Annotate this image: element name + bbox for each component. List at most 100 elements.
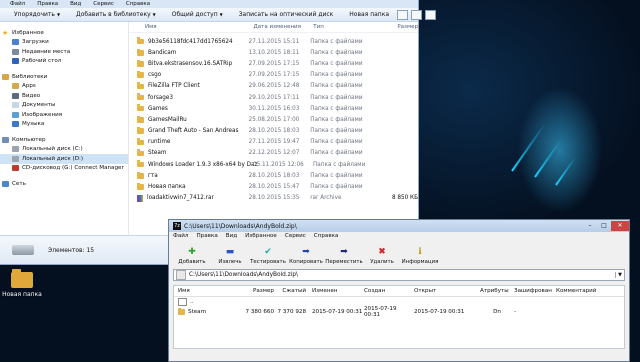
zip-col-comment[interactable]: Комментарий	[556, 288, 624, 294]
column-size[interactable]: Размер	[382, 24, 418, 30]
menu-help[interactable]: Справка	[126, 0, 150, 8]
file-row[interactable]: csgo 27.09.2015 17:15 Папка с файлами	[129, 70, 418, 81]
nav-item-pictures[interactable]: Изображения	[0, 110, 128, 120]
zip-menu-favorites[interactable]: Избранное	[245, 232, 277, 241]
add-to-library-button[interactable]: Добавить в библиотеку ▼	[68, 11, 164, 18]
file-date: 29.06.2015 12:48	[248, 83, 300, 90]
zip-tool-info-button[interactable]: ℹ Информация	[402, 247, 439, 265]
chevron-down-icon[interactable]: ▼	[615, 272, 624, 278]
maximize-icon[interactable]: □	[597, 221, 611, 231]
zip-col-name[interactable]: Имя	[174, 288, 244, 294]
zip-col-packed[interactable]: Сжатый	[274, 288, 306, 294]
menu-view[interactable]: Вид	[70, 0, 81, 8]
file-row[interactable]: loadaktivwin7_7412.rar 28.10.2015 15:35 ra…	[129, 193, 418, 204]
nav-item-apps[interactable]: Apps	[0, 82, 128, 92]
file-row[interactable]: Steam 22.12.2015 12:07 Папка с файлами	[129, 148, 418, 159]
copy-icon: ➡	[302, 247, 310, 257]
zip-col-size[interactable]: Размер	[244, 288, 274, 294]
nav-item-desktop[interactable]: Рабочий стол	[0, 57, 128, 67]
7zip-title-bar[interactable]: 7z C:\Users\11\Downloads\AndyBold.zip\ –…	[169, 220, 629, 232]
desktop-folder-new-folder[interactable]: Новая папка	[0, 269, 44, 298]
zip-tool-move-button[interactable]: ➡ Переместить	[325, 247, 362, 265]
burn-disc-button[interactable]: Записать на оптический диск	[231, 11, 342, 18]
nav-item-cd-drive-g[interactable]: CD-дисковод (G:) Connect Manager	[0, 164, 128, 174]
file-row[interactable]: Bitva.ekstrasensov.16.SATRip 27.09.2015 1…	[129, 58, 418, 69]
zip-row-accessed: 2015-07-19 00:31	[414, 309, 465, 315]
file-date: 27.11.2015 19:47	[248, 139, 300, 146]
zip-col-accessed[interactable]: Открыт	[414, 288, 476, 294]
zip-tool-test-button[interactable]: ✔ Тестировать	[250, 247, 286, 265]
menu-edit[interactable]: Правка	[37, 0, 58, 8]
folder-icon	[137, 115, 144, 123]
preview-pane-icon[interactable]	[411, 9, 423, 20]
file-row[interactable]: Grand Theft Auto - San Andreas 28.10.2015…	[129, 126, 418, 137]
column-name[interactable]: Имя	[129, 24, 253, 30]
file-name: 9b3e56118fdc417dd1765624	[129, 37, 249, 45]
zip-menu-file[interactable]: Файл	[173, 232, 188, 241]
file-row[interactable]: Windows Loader 1.9.3 x86-x64 by Daz 05.11…	[129, 159, 418, 170]
file-date: 30.11.2015 16:03	[248, 105, 300, 112]
file-row[interactable]: Bandicam 13.10.2015 18:11 Папка с файлами	[129, 47, 418, 58]
nav-libraries[interactable]: Библиотеки	[0, 72, 128, 82]
folder-icon	[137, 59, 144, 67]
help-icon[interactable]	[425, 9, 437, 20]
nav-item-recent-places[interactable]: Недавние места	[0, 47, 128, 57]
file-list-header: Имя Дата изменения Тип Размер	[129, 22, 418, 33]
close-icon[interactable]: ✕	[611, 221, 629, 231]
folder-icon	[178, 307, 185, 315]
drive-icon	[12, 245, 34, 255]
zip-table-row[interactable]: Steam 7 380 660 7 370 928 2015-07-19 00:31 2…	[174, 306, 624, 318]
nav-favorites[interactable]: ★ Избранное	[0, 28, 128, 38]
minimize-icon[interactable]: –	[583, 221, 597, 231]
share-button[interactable]: Общий доступ ▼	[164, 11, 231, 18]
tool-label: Копировать	[289, 259, 323, 265]
pictures-library-icon	[12, 111, 19, 118]
zip-col-encrypted[interactable]: Зашифрован	[514, 288, 556, 294]
column-date-modified[interactable]: Дата изменения	[253, 24, 313, 30]
menu-tools[interactable]: Сервис	[93, 0, 114, 8]
nav-computer[interactable]: Компьютер	[0, 135, 128, 145]
file-row[interactable]: forsage3 29.10.2015 17:11 Папка с файлами	[129, 92, 418, 103]
file-row[interactable]: GamesMailRu 25.08.2015 17:00 Папка с файла…	[129, 114, 418, 125]
zip-tool-add-button[interactable]: ✚ Добавить	[175, 247, 209, 265]
zip-col-attributes[interactable]: Атрибуты	[476, 288, 514, 294]
nav-network[interactable]: Сеть	[0, 179, 128, 189]
zip-menu-edit[interactable]: Правка	[196, 232, 217, 241]
file-row[interactable]: runtime 27.11.2015 19:47 Папка с файлами	[129, 137, 418, 148]
zip-tool-copy-button[interactable]: ➡ Копировать	[289, 247, 323, 265]
nav-item-downloads[interactable]: Загрузки	[0, 38, 128, 48]
view-options-icon[interactable]	[397, 9, 409, 20]
chevron-down-icon: ▼	[219, 12, 223, 17]
zip-menu-view[interactable]: Вид	[226, 232, 237, 241]
recent-places-icon	[12, 48, 19, 55]
zip-col-created[interactable]: Создан	[364, 288, 414, 294]
zip-tool-delete-button[interactable]: ✖ Удалить	[365, 247, 399, 265]
folder-icon	[137, 48, 144, 56]
nav-item-documents[interactable]: Документы	[0, 101, 128, 111]
file-date: 13.10.2015 18:11	[248, 49, 300, 56]
zip-row-attributes: Dn	[493, 309, 501, 315]
file-row[interactable]: 9b3e56118fdc417dd1765624 27.11.2015 15:11…	[129, 36, 418, 47]
info-icon: ℹ	[418, 247, 422, 257]
file-row[interactable]: Games 30.11.2015 16:03 Папка с файлами	[129, 103, 418, 114]
organize-button[interactable]: Упорядочить ▼	[6, 11, 68, 18]
nav-item-videos[interactable]: Видео	[0, 91, 128, 101]
zip-menu-tools[interactable]: Сервис	[285, 232, 306, 241]
file-row[interactable]: Новая папка 28.10.2015 15:47 Папка с файла…	[129, 181, 418, 192]
zip-tool-extract-button[interactable]: ▬ Извлечь	[213, 247, 247, 265]
file-row[interactable]: гта 28.10.2015 18:03 Папка с файлами	[129, 170, 418, 181]
folder-up-icon[interactable]	[176, 270, 186, 280]
file-name: forsage3	[129, 93, 249, 101]
nav-item-music[interactable]: Музыка	[0, 120, 128, 130]
7zip-window: 7z C:\Users\11\Downloads\AndyBold.zip\ –…	[168, 219, 630, 362]
zip-col-modified[interactable]: Изменен	[306, 288, 364, 294]
new-folder-button[interactable]: Новая папка	[341, 11, 397, 18]
nav-item-drive-d[interactable]: Локальный диск (D:)	[0, 154, 128, 164]
zip-menu-help[interactable]: Справка	[314, 232, 339, 241]
column-type[interactable]: Тип	[313, 24, 382, 30]
7zip-address-bar[interactable]: C:\Users\11\Downloads\AndyBold.zip\ ▼	[173, 269, 625, 281]
menu-file[interactable]: Файл	[10, 0, 25, 8]
file-row[interactable]: FileZilla FTP Client 29.06.2015 12:48 Папк…	[129, 81, 418, 92]
nav-item-drive-c[interactable]: Локальный диск (C:)	[0, 145, 128, 155]
folder-icon	[137, 160, 144, 168]
